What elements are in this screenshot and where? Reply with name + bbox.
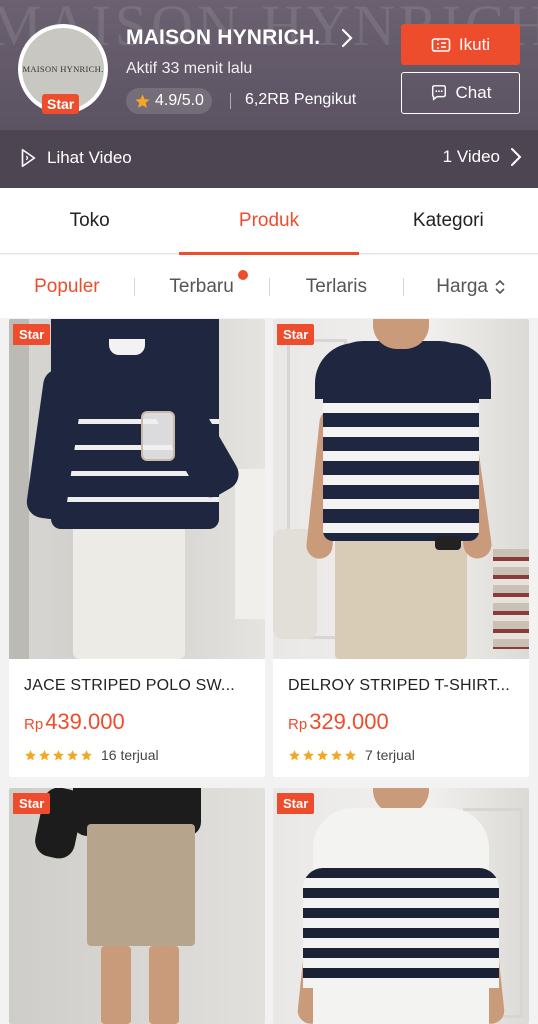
video-count: 1 Video: [442, 147, 500, 166]
chevron-right-icon[interactable]: [340, 27, 354, 49]
sort-harga[interactable]: Harga: [404, 276, 538, 298]
star-seller-badge: Star: [42, 94, 80, 114]
sold-count: 7 terjual: [365, 747, 415, 763]
price-amount: 439.000: [45, 709, 125, 734]
product-card[interactable]: Star: [273, 788, 529, 1024]
product-image[interactable]: [273, 788, 529, 1024]
sort-terbaru[interactable]: Terbaru: [135, 269, 269, 298]
star-icon: [81, 749, 92, 760]
price-amount: 329.000: [309, 709, 389, 734]
product-image[interactable]: [273, 319, 529, 659]
star-tag: Star: [13, 324, 51, 345]
rating-value: 4.9/5.0: [155, 92, 204, 109]
star-tag: Star: [13, 793, 51, 814]
star-icon: [303, 749, 314, 760]
video-play-icon: [21, 148, 36, 168]
follow-label: Ikuti: [458, 34, 491, 54]
rating-stars: [24, 749, 93, 762]
product-meta: 7 terjual: [273, 735, 529, 777]
star-icon: [345, 749, 356, 760]
shop-header: MAISON HYNRICH. MAISON HYNRICH. Star MAI…: [0, 0, 538, 130]
star-tag: Star: [277, 324, 315, 345]
product-image[interactable]: [9, 319, 265, 659]
product-card[interactable]: Star JACE STRIPED POLO SW... Rp 439.000 …: [9, 319, 265, 777]
tab-produk[interactable]: Produk: [179, 188, 359, 255]
logo-text: MAISON HYNRICH.: [22, 64, 104, 74]
product-price: Rp 329.000: [273, 695, 529, 735]
divider: [230, 93, 231, 109]
sort-label: Terlaris: [305, 275, 367, 297]
star-icon: [39, 749, 50, 760]
product-price: Rp 439.000: [9, 695, 265, 735]
star-icon: [331, 749, 342, 760]
sort-label: Populer: [34, 275, 100, 297]
rating-stars: [288, 749, 357, 762]
star-icon: [317, 749, 328, 760]
sold-count: 16 terjual: [101, 747, 159, 763]
rating-pill: 4.9/5.0: [126, 88, 212, 114]
star-tag: Star: [277, 793, 315, 814]
ticket-icon: [431, 37, 451, 52]
shop-name[interactable]: MAISON HYNRICH.: [126, 26, 320, 50]
video-label: Lihat Video: [47, 148, 132, 167]
star-icon: [53, 749, 64, 760]
sort-arrows-icon: [495, 279, 505, 294]
price-currency: Rp: [24, 716, 44, 733]
tab-toko[interactable]: Toko: [0, 188, 179, 254]
star-icon: [135, 93, 150, 108]
active-status: Aktif 33 menit lalu: [126, 60, 253, 77]
follow-button[interactable]: Ikuti: [401, 24, 520, 65]
product-image[interactable]: [9, 788, 265, 1024]
star-icon: [67, 749, 78, 760]
tab-kategori[interactable]: Kategori: [359, 188, 538, 254]
product-title: JACE STRIPED POLO SW...: [24, 677, 235, 694]
sort-terlaris[interactable]: Terlaris: [270, 276, 404, 298]
sort-bar: Populer Terbaru Terlaris Harga: [0, 255, 538, 318]
star-icon: [25, 749, 36, 760]
shop-tabs: Toko Produk Kategori: [0, 188, 538, 255]
price-currency: Rp: [288, 716, 308, 733]
video-bar[interactable]: Lihat Video 1 Video: [0, 130, 538, 188]
followers-count: 6,2RB Pengikut: [245, 91, 357, 108]
sort-label: Harga: [436, 275, 488, 297]
chevron-right-icon: [511, 148, 522, 166]
sort-populer[interactable]: Populer: [0, 276, 134, 298]
new-indicator-dot: [237, 269, 248, 280]
star-icon: [289, 749, 300, 760]
product-title: DELROY STRIPED T-SHIRT...: [288, 677, 510, 694]
chat-button[interactable]: Chat: [401, 72, 520, 114]
chat-label: Chat: [455, 83, 492, 102]
chat-bubble-icon: [431, 85, 446, 101]
sort-label: Terbaru: [169, 269, 248, 298]
product-card[interactable]: Star: [9, 788, 265, 1024]
product-meta: 16 terjual: [9, 735, 265, 777]
product-card[interactable]: Star DELROY STRIPED T-SHIRT... Rp 329.00…: [273, 319, 529, 777]
